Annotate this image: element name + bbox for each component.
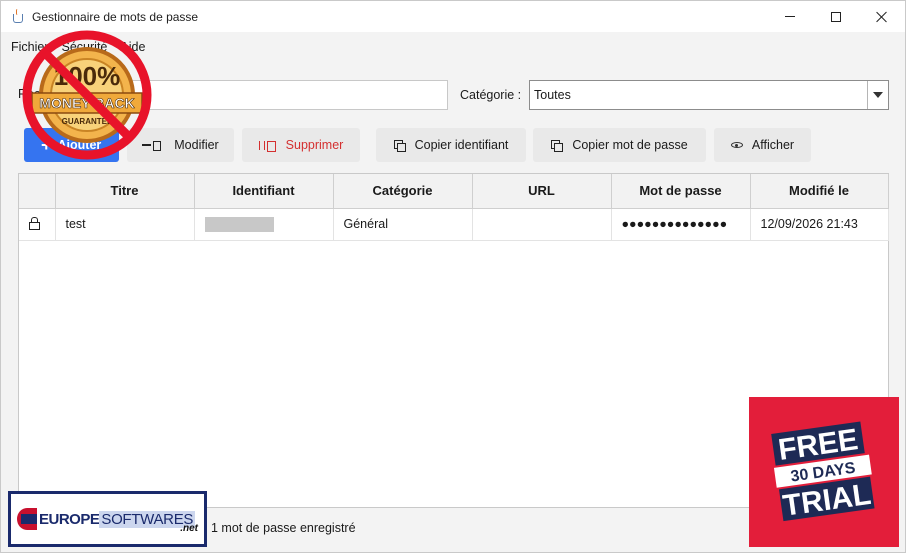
copy-identifier-button[interactable]: Copier identifiant [376,128,526,162]
category-dropdown-button[interactable] [867,81,888,109]
close-icon [876,11,888,23]
europe-text: EUROPE [39,510,100,528]
europe-logo-icon [17,508,37,530]
table-header: Titre Identifiant Catégorie URL Mot de p… [19,174,889,209]
row-url [472,208,612,241]
category-selected-value: Toutes [534,88,571,102]
row-category: Général [333,208,473,241]
row-password: ●●●●●●●●●●●●●● [611,208,751,241]
table-row[interactable]: test Général ●●●●●●●●●●●●●● 12/09/2026 2… [19,208,889,241]
copy-password-label: Copier mot de passe [572,138,688,152]
java-cup-icon [10,8,26,25]
category-label: Catégorie : [460,88,522,102]
column-header-identifier[interactable]: Identifiant [194,174,334,209]
row-identifier [194,208,334,241]
column-header-icon[interactable] [19,174,56,209]
status-text: 1 mot de passe enregistré [211,521,356,535]
lock-icon [29,216,40,230]
free-trial-badge: FREE 30 DAYS TRIAL [749,397,899,547]
identifier-redacted [204,216,274,232]
copy-identifier-label: Copier identifiant [414,138,509,152]
window-title: Gestionnaire de mots de passe [32,9,199,24]
copy-icon [393,139,406,152]
show-button-label: Afficher [751,138,795,152]
column-header-url[interactable]: URL [472,174,612,209]
row-modified: 12/09/2026 21:43 [750,208,889,241]
minimize-button[interactable] [767,1,813,32]
show-button[interactable]: Afficher [714,128,811,162]
row-lock-cell [19,208,56,241]
maximize-icon [831,11,841,22]
delete-button[interactable]: Supprimer [242,128,360,162]
copy-icon [551,139,564,152]
copy-password-button[interactable]: Copier mot de passe [533,128,706,162]
minimize-icon [785,16,795,17]
europe-softwares-banner: EUROPE SOFTWARES .net [8,491,207,547]
window-controls [767,1,905,32]
delete-button-label: Supprimer [285,138,344,152]
edit-button-label: Modifier [174,138,219,152]
trash-icon [258,140,276,152]
column-header-password[interactable]: Mot de passe [611,174,751,209]
chevron-down-icon [873,92,883,98]
money-back-guarantee-badge: 100% MONEY BACK GUARANTEE [22,30,152,160]
category-select[interactable]: Toutes [529,80,889,110]
column-header-modified[interactable]: Modifié le [750,174,889,209]
search-input[interactable] [118,80,448,110]
net-text: .net [180,523,198,534]
maximize-button[interactable] [813,1,859,32]
column-header-title[interactable]: Titre [55,174,195,209]
close-button[interactable] [859,1,905,32]
row-title: test [55,208,195,241]
column-header-category[interactable]: Catégorie [333,174,473,209]
eye-icon [730,142,743,148]
